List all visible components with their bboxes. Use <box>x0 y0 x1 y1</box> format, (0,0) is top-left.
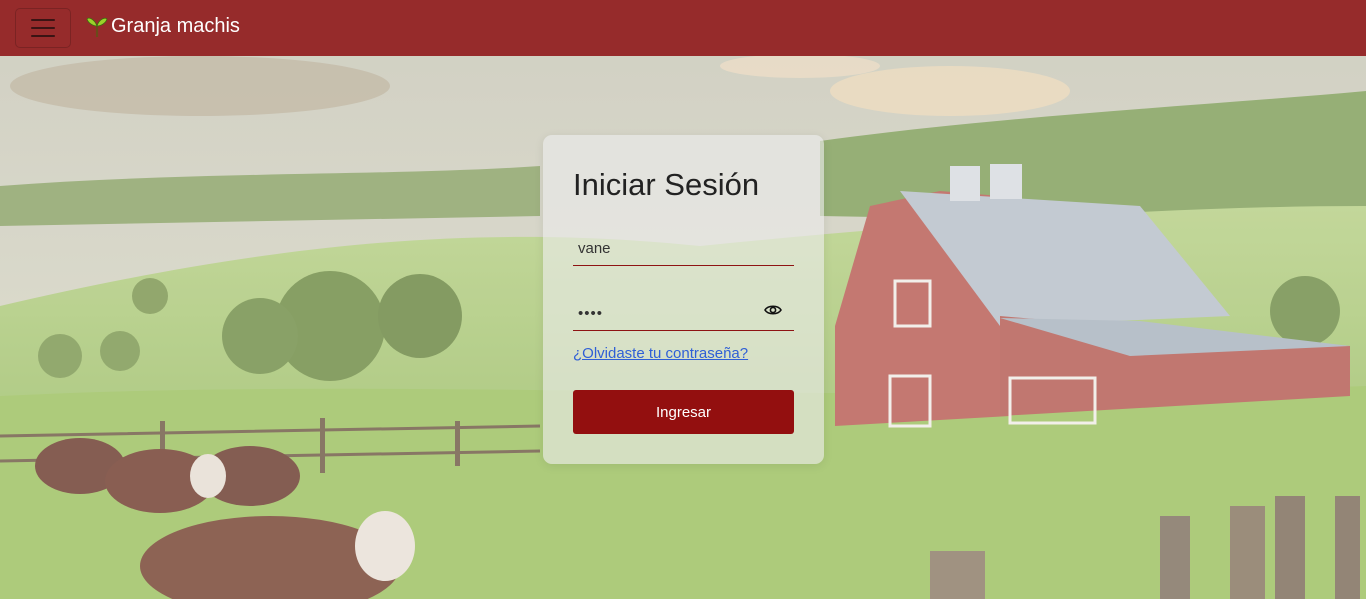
hamburger-line <box>31 27 55 29</box>
forgot-password-link[interactable]: ¿Olvidaste tu contraseña? <box>573 345 748 362</box>
login-card: Iniciar Sesión ¿Olvidaste tu contraseña?… <box>543 135 824 464</box>
brand-name: Granja machis <box>111 14 240 37</box>
login-button[interactable]: Ingresar <box>573 390 794 434</box>
username-input[interactable] <box>573 232 794 266</box>
hamburger-line <box>31 19 55 21</box>
password-input[interactable] <box>573 297 794 331</box>
brand-link[interactable]: Granja machis <box>86 14 240 38</box>
sprout-icon <box>86 17 108 37</box>
hamburger-line <box>31 35 55 37</box>
top-navbar: Granja machis <box>0 0 1366 56</box>
eye-icon[interactable] <box>762 301 784 319</box>
hamburger-menu-button[interactable] <box>15 8 71 48</box>
login-title: Iniciar Sesión <box>573 167 760 202</box>
